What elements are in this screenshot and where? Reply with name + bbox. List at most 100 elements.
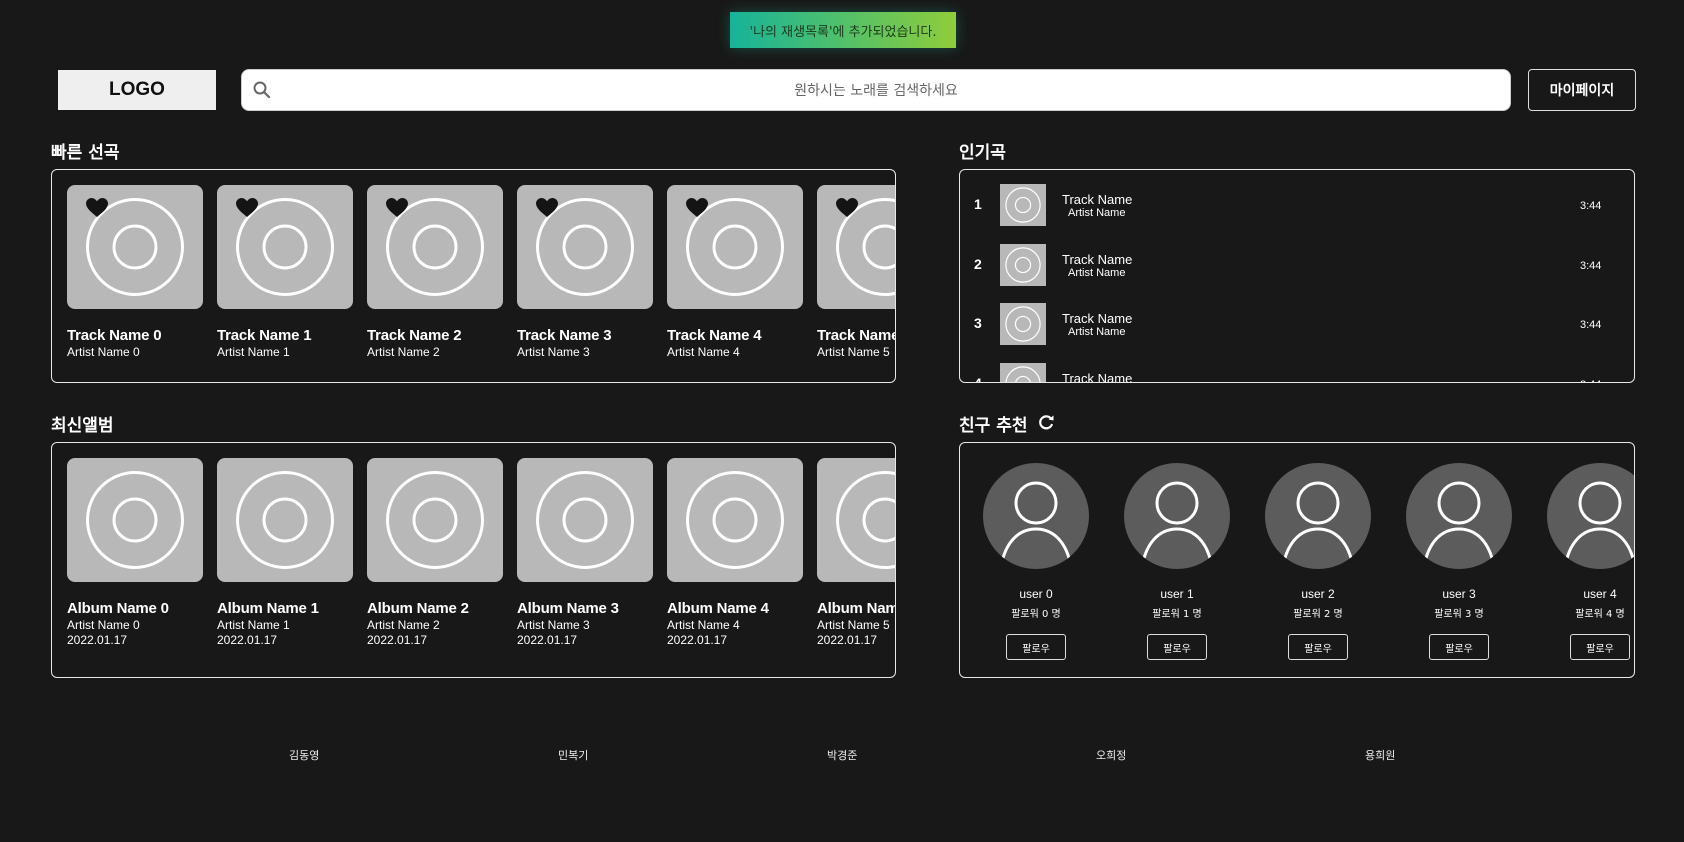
track-duration: 3:44 [1580, 259, 1602, 272]
album-cover[interactable] [367, 458, 503, 582]
artist-name: Artist Name 1 [217, 618, 290, 632]
quick-pick-card[interactable]: Track Name 4 Artist Name 4 [667, 185, 803, 359]
track-cover[interactable] [817, 185, 895, 309]
album-card[interactable]: Album Name 3 Artist Name 3 2022.01.17 [517, 458, 653, 647]
artist-name: Artist Name 0 [67, 345, 140, 359]
album-card[interactable]: Album Name 4 Artist Name 4 2022.01.17 [667, 458, 803, 647]
mypage-button[interactable]: 마이페이지 [1528, 69, 1636, 111]
artist-name: Artist Name 3 [517, 345, 590, 359]
album-name: Album Name 2 [367, 600, 469, 617]
avatar[interactable] [983, 463, 1089, 569]
user-avatar-icon [1422, 481, 1496, 568]
heart-icon[interactable] [385, 197, 409, 219]
logo[interactable]: LOGO [58, 70, 216, 110]
search-input[interactable]: 원하시는 노래를 검색하세요 [242, 80, 1510, 100]
release-date: 2022.01.17 [367, 633, 428, 647]
track-thumbnail [1000, 362, 1046, 382]
heart-icon[interactable] [85, 197, 109, 219]
friend-card: user 2 팔로워 2 명 팔로우 [1263, 463, 1373, 660]
album-card[interactable]: Album Name 2 Artist Name 2 2022.01.17 [367, 458, 503, 647]
album-card[interactable]: Album Name 1 Artist Name 1 2022.01.17 [217, 458, 353, 647]
album-card[interactable]: Album Name 5 Artist Name 5 2022.01.17 [817, 458, 895, 647]
follower-count: 팔로워 3 명 [1434, 609, 1484, 620]
disc-icon [1005, 246, 1041, 283]
artist-name: Artist Name 1 [217, 345, 290, 359]
footer-member-name: 용희원 [1365, 749, 1396, 762]
user-avatar-icon [1563, 481, 1634, 568]
album-cover[interactable] [67, 458, 203, 582]
album-name: Album Name 0 [67, 600, 169, 617]
user-name: user 3 [1442, 587, 1476, 601]
disc-icon [236, 471, 334, 569]
heart-icon[interactable] [535, 197, 559, 219]
album-cover[interactable] [517, 458, 653, 582]
album-cover[interactable] [667, 458, 803, 582]
album-card[interactable]: Album Name 0 Artist Name 0 2022.01.17 [67, 458, 203, 647]
track-cover[interactable] [67, 185, 203, 309]
avatar[interactable] [1547, 463, 1634, 569]
track-name: Track Name 3 [517, 327, 612, 344]
track-duration: 3:44 [1580, 379, 1601, 383]
user-avatar-icon [1140, 481, 1214, 568]
album-cover[interactable] [817, 458, 895, 582]
avatar[interactable] [1265, 463, 1371, 569]
quick-pick-card[interactable]: Track Name 1 Artist Name 1 [217, 185, 353, 359]
friend-card: user 0 팔로워 0 명 팔로우 [981, 463, 1091, 660]
user-name: user 1 [1160, 587, 1194, 601]
artist-name: Artist Name 0 [67, 618, 140, 632]
popular-track-row[interactable]: 3 Track Name Artist Name 3:44 [960, 289, 1634, 345]
search-bar[interactable]: 원하시는 노래를 검색하세요 [241, 69, 1511, 111]
track-name: Track Name 4 [667, 327, 762, 344]
popular-track-row[interactable]: 1 Track Name Artist Name 3:44 [960, 170, 1634, 226]
footer-member-name: 민복기 [558, 749, 589, 762]
quick-pick-card[interactable]: Track Name 5 Artist Name 5 [817, 185, 895, 359]
artist-name: Artist Name [1068, 326, 1126, 338]
track-cover[interactable] [367, 185, 503, 309]
quick-pick-card[interactable]: Track Name 3 Artist Name 3 [517, 185, 653, 359]
popular-track-row[interactable]: 4 Track Name Artist Name 3:44 [960, 349, 1634, 383]
track-cover[interactable] [217, 185, 353, 309]
track-cover[interactable] [667, 185, 803, 309]
heart-icon[interactable] [835, 197, 859, 219]
quick-pick-card[interactable]: Track Name 0 Artist Name 0 [67, 185, 203, 359]
refresh-icon[interactable] [1036, 412, 1056, 432]
track-name: Track Name [1062, 311, 1133, 326]
footer-member-name: 오희정 [1096, 749, 1127, 762]
track-thumbnail [1000, 303, 1046, 345]
artist-name: Artist Name 5 [817, 618, 890, 632]
follower-count: 팔로워 4 명 [1575, 609, 1625, 620]
user-name: user 0 [1019, 587, 1053, 601]
quick-pick-card[interactable]: Track Name 2 Artist Name 2 [367, 185, 503, 359]
album-name: Album Name 5 [817, 600, 895, 617]
follower-count: 팔로워 0 명 [1011, 609, 1061, 620]
track-name: Track Name 1 [217, 327, 312, 344]
track-rank: 1 [974, 196, 982, 212]
heart-icon[interactable] [235, 197, 259, 219]
popular-title: 인기곡 [959, 143, 1006, 163]
follow-button[interactable]: 팔로우 [1429, 634, 1489, 660]
search-icon [253, 81, 271, 99]
follow-button[interactable]: 팔로우 [1147, 634, 1207, 660]
track-cover[interactable] [517, 185, 653, 309]
artist-name: Artist Name 3 [517, 618, 590, 632]
release-date: 2022.01.17 [217, 633, 278, 647]
friend-card: user 1 팔로워 1 명 팔로우 [1122, 463, 1232, 660]
popular-track-row[interactable]: 2 Track Name Artist Name 3:44 [960, 230, 1634, 286]
release-date: 2022.01.17 [67, 633, 128, 647]
latest-albums-title: 최신앨범 [51, 416, 114, 436]
follow-button[interactable]: 팔로우 [1570, 634, 1630, 660]
album-name: Album Name 1 [217, 600, 319, 617]
follow-button[interactable]: 팔로우 [1288, 634, 1348, 660]
album-cover[interactable] [217, 458, 353, 582]
avatar[interactable] [1406, 463, 1512, 569]
friend-recommend-title: 친구 추천 [959, 416, 1028, 436]
artist-name: Artist Name 4 [667, 618, 740, 632]
avatar[interactable] [1124, 463, 1230, 569]
user-avatar-icon [1281, 481, 1355, 568]
artist-name: Artist Name 4 [667, 345, 740, 359]
track-name: Track Name [1062, 251, 1133, 267]
heart-icon[interactable] [685, 197, 709, 219]
follow-button[interactable]: 팔로우 [1006, 634, 1066, 660]
disc-icon [386, 471, 484, 569]
follower-count: 팔로워 2 명 [1293, 609, 1343, 620]
